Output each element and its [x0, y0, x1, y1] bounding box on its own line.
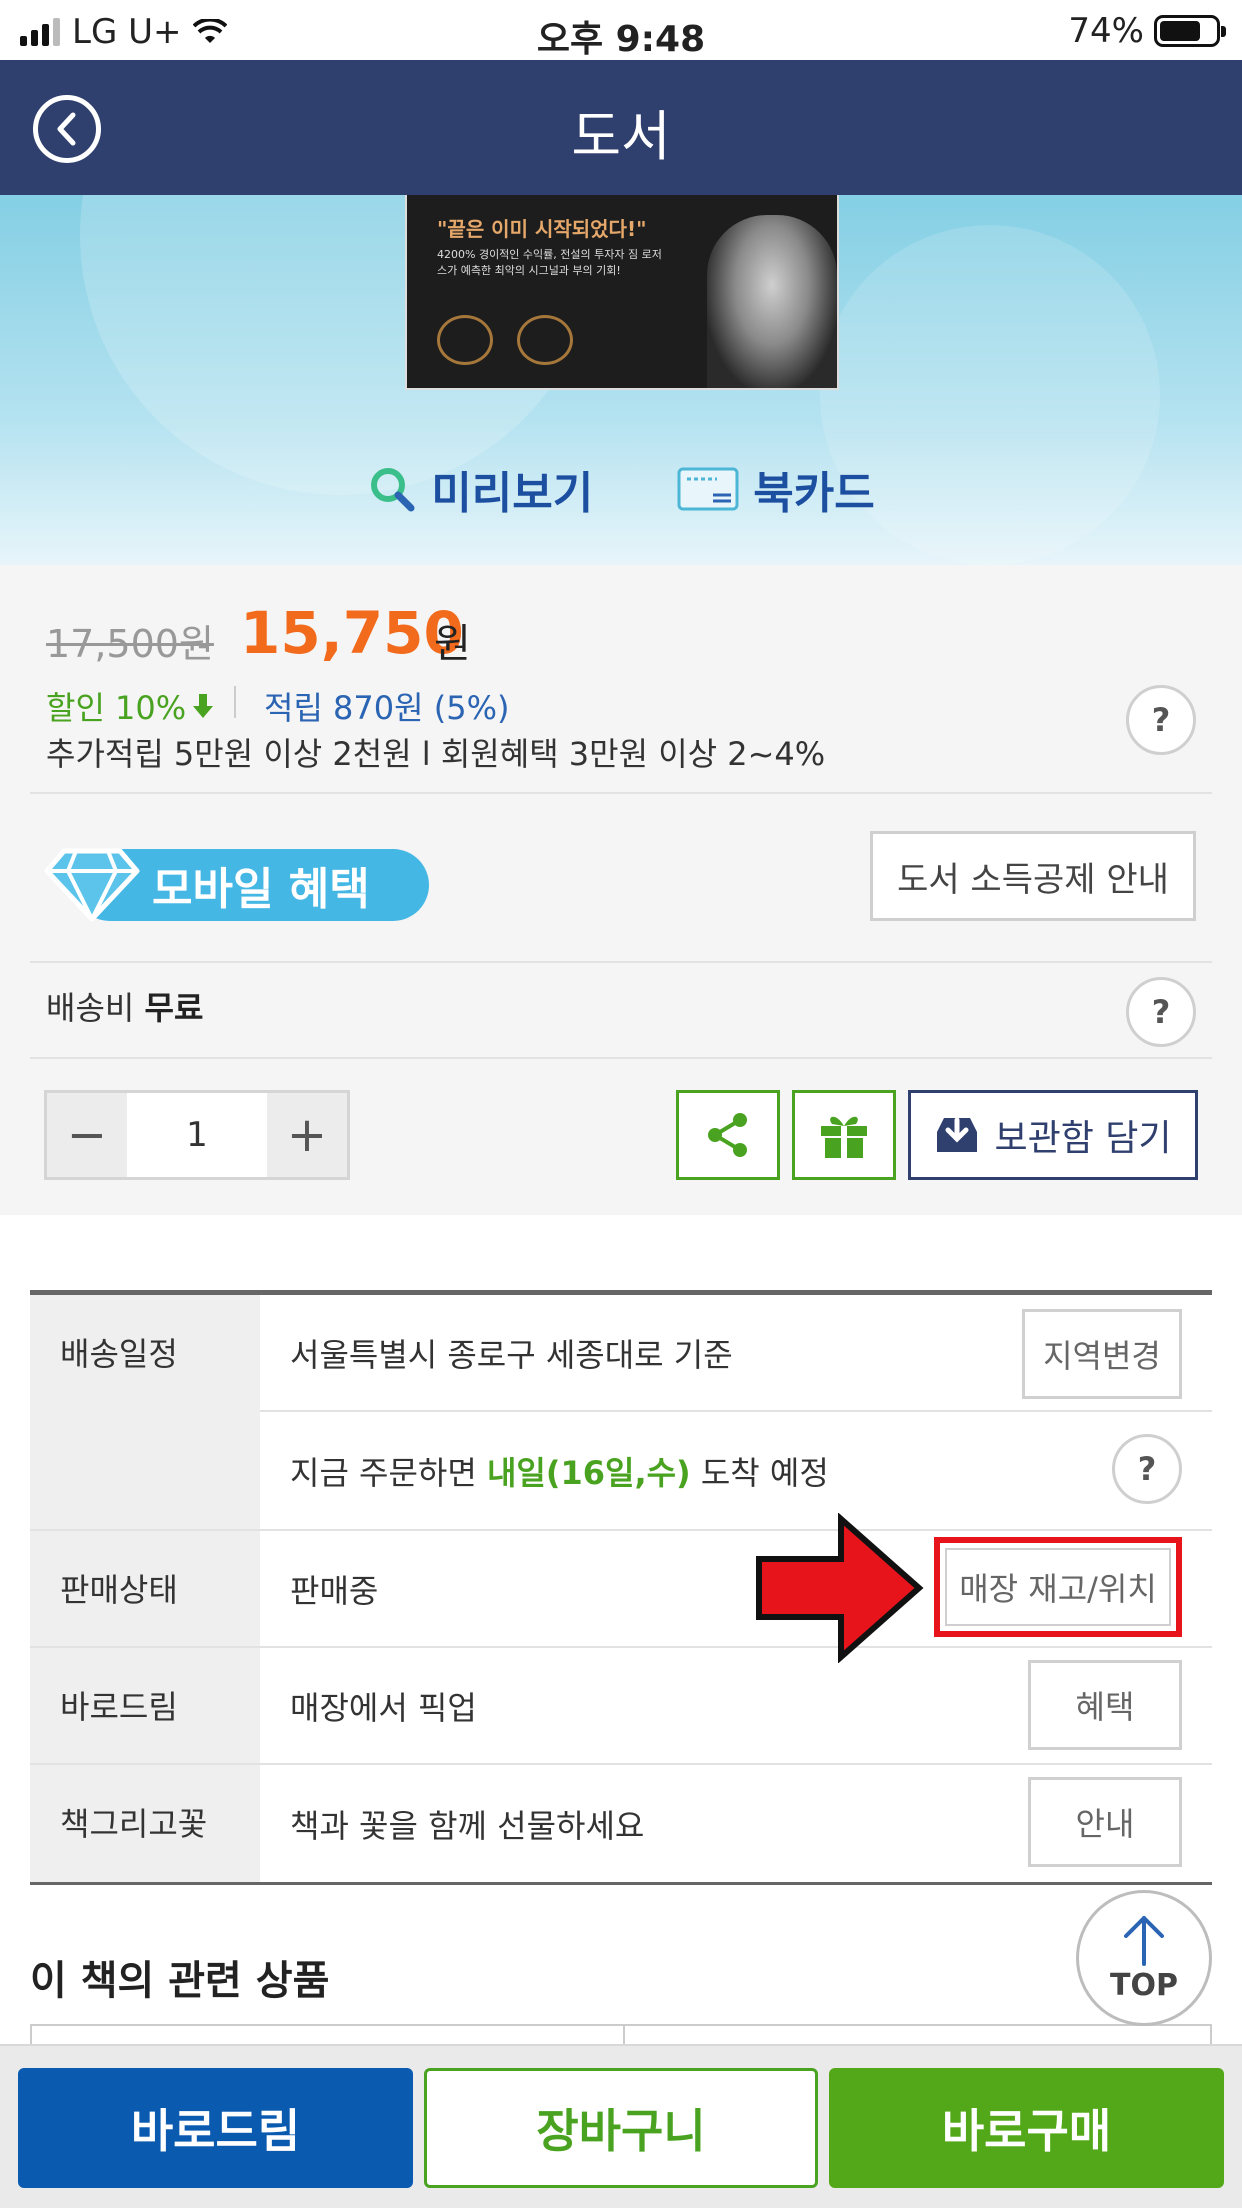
gift-button[interactable]: [792, 1090, 896, 1180]
points-info: 적립 870원 (5%): [264, 689, 510, 727]
store-stock-inner: 매장 재고/위치: [945, 1548, 1171, 1626]
discount-label: 할인 10%: [46, 689, 187, 727]
original-price: 17,500원: [46, 622, 214, 666]
status-right: 74%: [1068, 11, 1226, 51]
help-icon: ?: [1151, 701, 1171, 739]
flower-value: 책과 꽃을 함께 선물하세요: [290, 1806, 645, 1845]
sale-status-value: 판매중: [290, 1571, 379, 1610]
related-products-title: 이 책의 관련 상품: [30, 1958, 330, 2004]
hero-links: 미리보기 북카드: [0, 457, 1242, 521]
mobile-benefit-badge[interactable]: 모바일 혜택: [44, 845, 429, 923]
book-cover-subtitle: 4200% 경이적인 수익률, 전설의 투자자 짐 로저스가 예측한 최악의 시…: [437, 248, 662, 277]
red-arrow-icon: [756, 1513, 924, 1663]
book-cover[interactable]: "끝은 이미 시작되었다!" 4200% 경이적인 수익률, 전설의 투자자 짐…: [405, 195, 839, 390]
diamond-icon: [44, 848, 140, 922]
mobile-benefit-label: 모바일 혜택: [152, 864, 370, 915]
buy-now-button[interactable]: 바로구매: [829, 2068, 1224, 2188]
tray-icon: [937, 1117, 978, 1152]
discount-info: 할인 10%: [46, 683, 214, 729]
arrival-prefix: 지금 주문하면: [290, 1453, 487, 1492]
price-section: 17,500원 15,750 원 할인 10% 적립 870원 (5%) 추가적…: [0, 565, 1242, 1215]
quantity-decrease-button[interactable]: −: [47, 1093, 127, 1177]
preview-button[interactable]: 미리보기: [367, 457, 593, 521]
row-body: 매장에서 픽업 혜택: [260, 1648, 1212, 1763]
purchase-info-table: 배송일정 서울특별시 종로구 세종대로 기준 지역변경 지금 주문하면 내일(1…: [30, 1290, 1212, 1885]
extra-points-info: 추가적립 5만원 이상 2천원 l 회원혜택 3만원 이상 2~4%: [46, 735, 826, 773]
battery-fill: [1160, 21, 1200, 41]
row-body: 책과 꽃을 함께 선물하세요 안내: [260, 1765, 1212, 1882]
award-laurels: [437, 315, 573, 365]
share-button[interactable]: [676, 1090, 780, 1180]
barodream-value: 매장에서 픽업: [290, 1688, 477, 1727]
delivery-details: 서울특별시 종로구 세종대로 기준 지역변경 지금 주문하면 내일(16일,수)…: [260, 1295, 1212, 1529]
scroll-top-button[interactable]: TOP: [1076, 1890, 1212, 2026]
shipping-help-button[interactable]: ?: [1126, 977, 1196, 1047]
arrow-down-icon: [193, 694, 214, 718]
save-to-storage-button[interactable]: 보관함 담기: [908, 1090, 1198, 1180]
search-icon: [371, 468, 415, 512]
divider: [30, 1057, 1212, 1059]
cart-button[interactable]: 장바구니: [424, 2068, 818, 2188]
flower-guide-button[interactable]: 안내: [1028, 1777, 1182, 1867]
quantity-stepper: − 1 +: [44, 1090, 350, 1180]
battery-icon: [1154, 15, 1226, 47]
arrow-up-icon: [1124, 1915, 1164, 1966]
barodream-benefit-button[interactable]: 혜택: [1028, 1660, 1182, 1750]
bookcard-label: 북카드: [753, 468, 875, 519]
bookcard-button[interactable]: 북카드: [677, 457, 875, 521]
book-cover-quote: "끝은 이미 시작되었다!": [437, 217, 647, 241]
row-label: 판매상태: [30, 1531, 260, 1646]
row-label: 배송일정: [30, 1295, 260, 1529]
table-row-barodream: 바로드림 매장에서 픽업 혜택: [30, 1648, 1212, 1765]
row-label: 책그리고꽃: [30, 1765, 260, 1882]
top-label: TOP: [1110, 1967, 1178, 2003]
row-label: 바로드림: [30, 1648, 260, 1763]
save-label: 보관함 담기: [994, 1118, 1172, 1159]
currency-label: 원: [434, 621, 471, 667]
book-hero: "끝은 이미 시작되었다!" 4200% 경이적인 수익률, 전설의 투자자 짐…: [0, 195, 1242, 565]
quantity-input[interactable]: 1: [127, 1093, 267, 1177]
page-title: 도서: [571, 105, 671, 168]
barodream-button[interactable]: 바로드림: [18, 2068, 413, 2188]
delivery-location: 서울특별시 종로구 세종대로 기준: [290, 1335, 733, 1374]
help-icon: ?: [1137, 1450, 1157, 1488]
share-icon: [708, 1113, 747, 1157]
arrival-text: 지금 주문하면 내일(16일,수) 도착 예정: [290, 1448, 829, 1494]
card-icon: [677, 467, 739, 511]
store-stock-button[interactable]: 매장 재고/위치: [934, 1537, 1182, 1637]
shipping-fee: 배송비 무료: [46, 983, 203, 1029]
app-header: 도서: [0, 60, 1242, 195]
laurel-icon: [517, 315, 573, 365]
delivery-location-row: 서울특별시 종로구 세종대로 기준 지역변경: [260, 1295, 1212, 1412]
row-body: 판매중 매장 재고/위치: [260, 1531, 1212, 1646]
author-photo: [707, 215, 837, 388]
arrival-date: 내일(16일,수): [486, 1453, 691, 1492]
price-help-button[interactable]: ?: [1126, 685, 1196, 755]
shipping-value: 무료: [144, 989, 204, 1027]
quantity-increase-button[interactable]: +: [267, 1093, 347, 1177]
region-change-button[interactable]: 지역변경: [1022, 1309, 1182, 1399]
divider: [30, 792, 1212, 794]
preview-label: 미리보기: [431, 468, 594, 519]
arrival-suffix: 도착 예정: [690, 1453, 829, 1492]
delivery-help-button[interactable]: ?: [1112, 1434, 1182, 1504]
table-row-delivery: 배송일정 서울특별시 종로구 세종대로 기준 지역변경 지금 주문하면 내일(1…: [30, 1295, 1212, 1531]
clock: 오후 9:48: [536, 19, 706, 60]
delivery-eta-row: 지금 주문하면 내일(16일,수) 도착 예정 ?: [260, 1412, 1212, 1529]
shipping-label: 배송비: [46, 989, 135, 1027]
laurel-icon: [437, 315, 493, 365]
divider: [30, 961, 1212, 963]
sale-price: 15,750: [240, 599, 464, 667]
status-bar: LG U+ 오후 9:48 74%: [0, 0, 1242, 60]
table-row-flower: 책그리고꽃 책과 꽃을 함께 선물하세요 안내: [30, 1765, 1212, 1882]
battery-percent: 74%: [1068, 11, 1144, 51]
divider: [234, 686, 236, 718]
help-icon: ?: [1151, 993, 1171, 1031]
bottom-action-bar: 바로드림 장바구니 바로구매: [0, 2044, 1242, 2208]
table-row-sale-status: 판매상태 판매중 매장 재고/위치: [30, 1531, 1212, 1648]
tax-deduction-button[interactable]: 도서 소득공제 안내: [870, 831, 1196, 921]
gift-icon: [821, 1116, 867, 1158]
